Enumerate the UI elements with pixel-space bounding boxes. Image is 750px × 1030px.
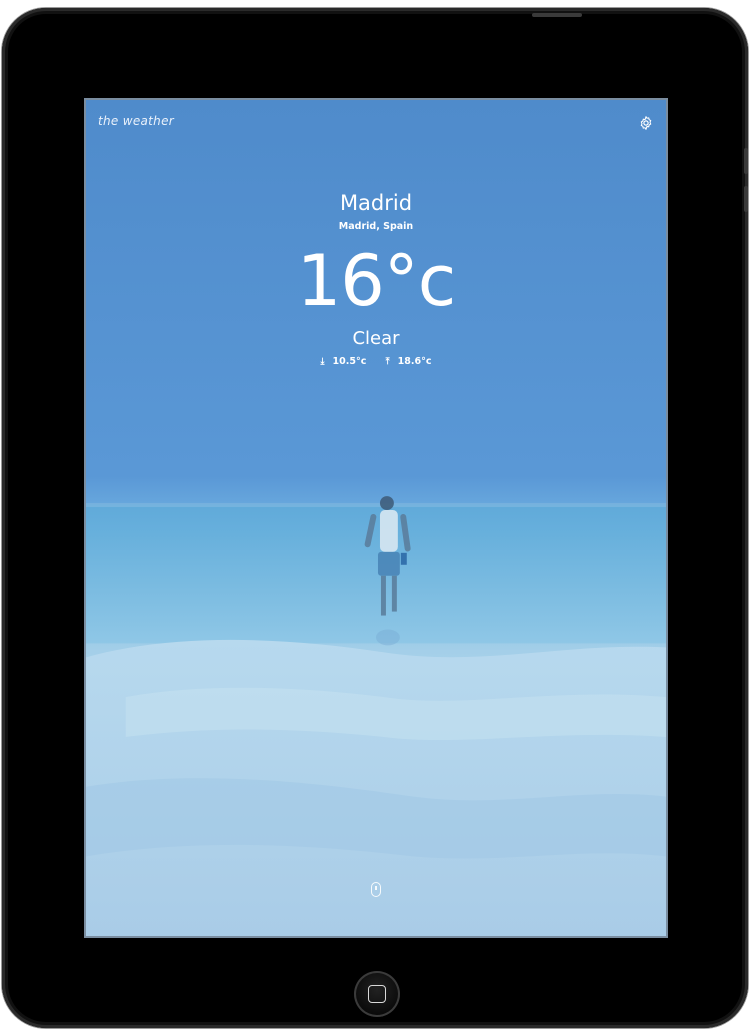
app-screen: the weather Madrid Madrid, Spain 16°c Cl… [84,98,668,938]
max-temperature-value: 18.6°c [397,356,432,367]
volume-up-button [744,148,748,174]
power-button [532,13,582,17]
weather-condition: Clear [352,328,400,349]
max-temperature: ⤒ 18.6°c [382,356,436,367]
app-title: the weather [98,114,174,128]
min-temperature: ⤓ 10.5°c [317,356,374,367]
arrow-up-icon: ⤒ [385,357,390,367]
home-button[interactable] [354,971,400,1017]
home-square-icon [368,985,386,1003]
arrow-down-icon: ⤓ [320,357,325,367]
min-temperature-value: 10.5°c [332,356,367,367]
region-name: Madrid, Spain [338,221,414,232]
min-max-temperatures: ⤓ 10.5°c ⤒ 18.6°c [86,356,666,367]
current-temperature: 16°c [296,240,457,322]
gear-icon[interactable] [638,115,654,131]
volume-down-button [744,186,748,212]
city-name: Madrid [339,191,413,215]
mouse-scroll-icon[interactable] [371,882,381,897]
